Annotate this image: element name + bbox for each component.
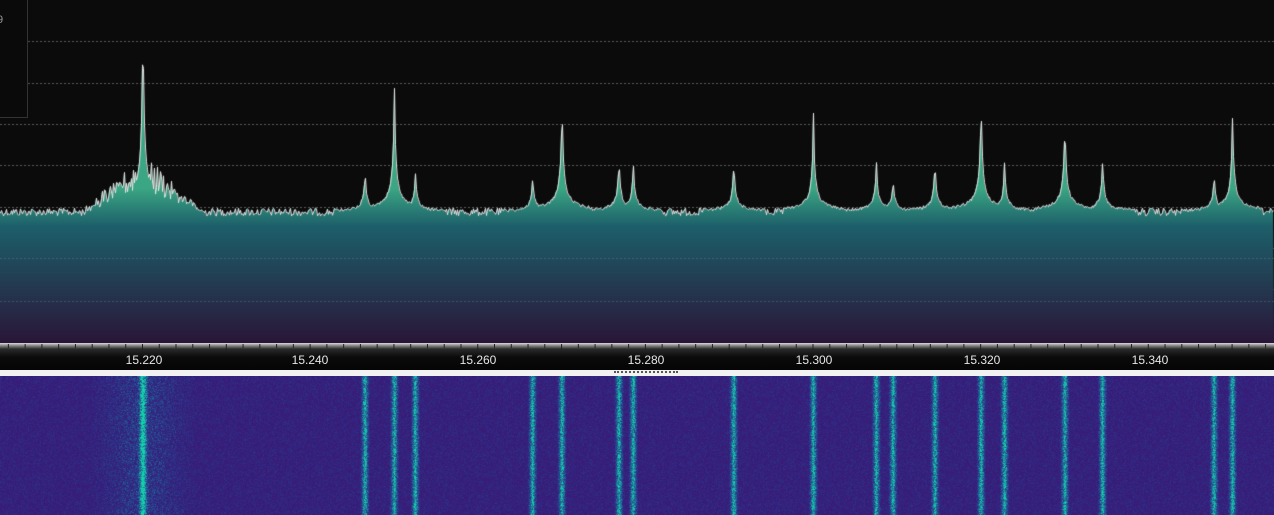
freq-label-15280: 15.280: [627, 353, 665, 367]
freq-label-15240: 15.240: [291, 353, 329, 367]
freq-label-15260: 15.260: [459, 353, 497, 367]
splitter-grip[interactable]: [614, 371, 678, 373]
level-readout: 9: [0, 14, 4, 26]
freq-label-15320: 15.320: [963, 353, 1001, 367]
freq-label-15300: 15.300: [795, 353, 833, 367]
level-overlay-panel: 9: [0, 0, 28, 118]
waterfall-display[interactable]: [0, 376, 1274, 515]
freq-label-15340: 15.340: [1131, 353, 1169, 367]
freq-label-15220: 15.220: [125, 353, 163, 367]
spectrum-display[interactable]: [0, 0, 1274, 343]
frequency-axis[interactable]: 15.220 15.240 15.260 15.280 15.300 15.32…: [0, 343, 1274, 370]
